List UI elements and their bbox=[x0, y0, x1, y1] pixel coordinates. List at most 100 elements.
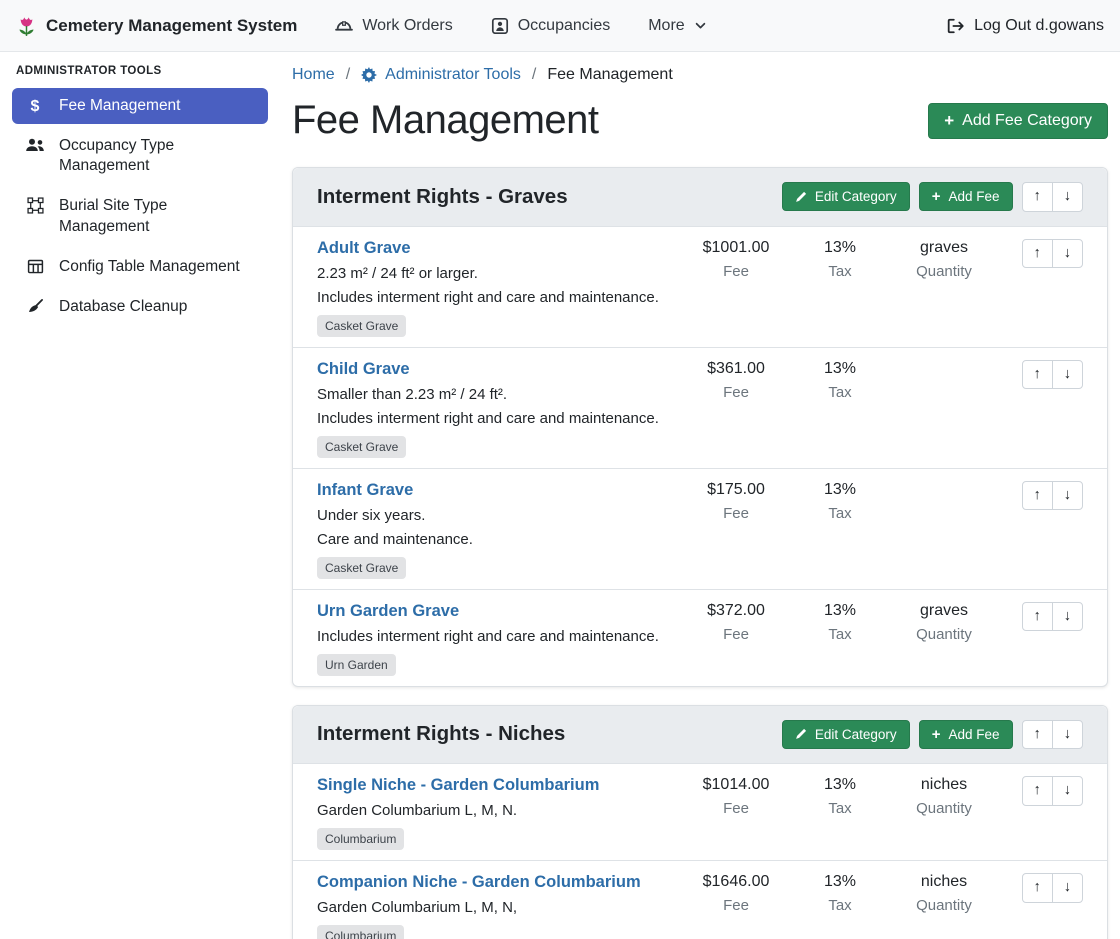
fee-amount-value: $1014.00 bbox=[683, 776, 789, 794]
pencil-icon bbox=[795, 191, 807, 203]
fee-row: Child Grave Smaller than 2.23 m² / 24 ft… bbox=[293, 348, 1107, 469]
fee-descriptions: Smaller than 2.23 m² / 24 ft².Includes i… bbox=[317, 385, 683, 428]
people-icon bbox=[24, 137, 46, 153]
sign-out-icon bbox=[946, 17, 965, 35]
fee-reorder-group: ↑ ↓ bbox=[1022, 360, 1084, 390]
sidebar-item-fee-management[interactable]: $ Fee Management bbox=[12, 88, 268, 124]
fee-list: Single Niche - Garden Columbarium Garden… bbox=[293, 764, 1107, 939]
fee-name-link[interactable]: Companion Niche - Garden Columbarium bbox=[317, 873, 641, 892]
fee-description: Includes interment right and care and ma… bbox=[317, 288, 683, 307]
fee-amount-label: Fee bbox=[683, 800, 789, 817]
fee-tax-value: 13% bbox=[789, 776, 891, 794]
fee-tax-label: Tax bbox=[789, 384, 891, 401]
logout-link[interactable]: Log Out d.gowans bbox=[946, 17, 1104, 35]
arrow-down-icon: ↓ bbox=[1064, 245, 1071, 261]
edit-category-label: Edit Category bbox=[815, 727, 897, 742]
fee-amount-col: $372.00 Fee bbox=[683, 602, 789, 643]
fee-tax-label: Tax bbox=[789, 505, 891, 522]
move-fee-up-button[interactable]: ↑ bbox=[1022, 239, 1053, 269]
move-fee-down-button[interactable]: ↓ bbox=[1052, 873, 1083, 903]
nav-more[interactable]: More bbox=[648, 17, 706, 35]
fee-tax-value: 13% bbox=[789, 873, 891, 891]
fee-quantity-col: niches Quantity bbox=[891, 776, 997, 817]
add-fee-category-button[interactable]: + Add Fee Category bbox=[928, 103, 1108, 139]
breadcrumb-separator: / bbox=[346, 66, 350, 84]
category-reorder-group: ↑ ↓ bbox=[1022, 720, 1084, 750]
fee-quantity-col: graves Quantity bbox=[891, 602, 997, 643]
fee-descriptions: 2.23 m² / 24 ft² or larger.Includes inte… bbox=[317, 264, 683, 307]
add-fee-label: Add Fee bbox=[948, 189, 999, 204]
fee-amount-label: Fee bbox=[683, 626, 789, 643]
fee-row: Single Niche - Garden Columbarium Garden… bbox=[293, 764, 1107, 861]
fee-tax-label: Tax bbox=[789, 897, 891, 914]
fee-quantity-col: niches Quantity bbox=[891, 873, 997, 914]
add-fee-button[interactable]: + Add Fee bbox=[919, 720, 1013, 749]
fee-tax-col: 13% Tax bbox=[789, 360, 891, 401]
fee-amount-label: Fee bbox=[683, 384, 789, 401]
fee-name-link[interactable]: Single Niche - Garden Columbarium bbox=[317, 776, 599, 795]
fee-tax-col: 13% Tax bbox=[789, 873, 891, 914]
fee-tax-label: Tax bbox=[789, 800, 891, 817]
arrow-down-icon: ↓ bbox=[1064, 366, 1071, 382]
edit-category-button[interactable]: Edit Category bbox=[782, 720, 910, 749]
fee-reorder-group: ↑ ↓ bbox=[1022, 776, 1084, 806]
fee-reorder-group: ↑ ↓ bbox=[1022, 873, 1084, 903]
fee-main: Adult Grave 2.23 m² / 24 ft² or larger.I… bbox=[317, 239, 683, 337]
sidebar-item-database-cleanup[interactable]: Database Cleanup bbox=[12, 289, 268, 325]
fee-name-link[interactable]: Infant Grave bbox=[317, 481, 413, 500]
fee-main: Urn Garden Grave Includes interment righ… bbox=[317, 602, 683, 676]
sidebar-item-config-table-management[interactable]: Config Table Management bbox=[12, 249, 268, 285]
fee-description: Care and maintenance. bbox=[317, 530, 683, 549]
move-fee-down-button[interactable]: ↓ bbox=[1052, 481, 1083, 511]
fee-name-link[interactable]: Child Grave bbox=[317, 360, 410, 379]
move-fee-up-button[interactable]: ↑ bbox=[1022, 360, 1053, 390]
fee-type-badge: Columbarium bbox=[317, 828, 404, 850]
fee-list: Adult Grave 2.23 m² / 24 ft² or larger.I… bbox=[293, 227, 1107, 686]
fee-name-link[interactable]: Urn Garden Grave bbox=[317, 602, 459, 621]
page-title: Fee Management bbox=[292, 98, 599, 143]
move-fee-up-button[interactable]: ↑ bbox=[1022, 602, 1053, 632]
move-category-up-button[interactable]: ↑ bbox=[1022, 720, 1053, 750]
fee-amount-label: Fee bbox=[683, 505, 789, 522]
nav-occupancies[interactable]: Occupancies bbox=[491, 17, 611, 35]
move-fee-down-button[interactable]: ↓ bbox=[1052, 239, 1083, 269]
move-fee-down-button[interactable]: ↓ bbox=[1052, 602, 1083, 632]
logout-label: Log Out d.gowans bbox=[974, 17, 1104, 35]
add-fee-button[interactable]: + Add Fee bbox=[919, 182, 1013, 211]
move-category-down-button[interactable]: ↓ bbox=[1052, 182, 1083, 212]
fee-reorder-group: ↑ ↓ bbox=[1022, 239, 1084, 269]
admin-sidebar: Administrator Tools $ Fee Management Occ… bbox=[0, 52, 280, 939]
fee-quantity-value: graves bbox=[891, 239, 997, 257]
sidebar-item-occupancy-type-management[interactable]: Occupancy Type Management bbox=[12, 128, 268, 184]
move-fee-down-button[interactable]: ↓ bbox=[1052, 776, 1083, 806]
fee-description: Includes interment right and care and ma… bbox=[317, 409, 683, 428]
arrow-down-icon: ↓ bbox=[1064, 188, 1071, 204]
edit-category-button[interactable]: Edit Category bbox=[782, 182, 910, 211]
fee-quantity-label: Quantity bbox=[891, 263, 997, 280]
move-fee-up-button[interactable]: ↑ bbox=[1022, 776, 1053, 806]
fee-quantity-value: niches bbox=[891, 873, 997, 891]
fee-category-actions: Edit Category + Add Fee ↑ ↓ bbox=[782, 720, 1083, 750]
move-fee-down-button[interactable]: ↓ bbox=[1052, 360, 1083, 390]
arrow-up-icon: ↑ bbox=[1034, 366, 1041, 382]
breadcrumb-admin-tools-link[interactable]: Administrator Tools bbox=[361, 66, 521, 84]
fee-quantity-label: Quantity bbox=[891, 897, 997, 914]
fee-name-link[interactable]: Adult Grave bbox=[317, 239, 411, 258]
sidebar-item-burial-site-type-management[interactable]: Burial Site Type Management bbox=[12, 188, 268, 244]
arrow-down-icon: ↓ bbox=[1064, 782, 1071, 798]
fee-main: Infant Grave Under six years.Care and ma… bbox=[317, 481, 683, 579]
fee-tax-col: 13% Tax bbox=[789, 776, 891, 817]
move-fee-up-button[interactable]: ↑ bbox=[1022, 481, 1053, 511]
breadcrumb-home-link[interactable]: Home bbox=[292, 66, 335, 84]
move-category-down-button[interactable]: ↓ bbox=[1052, 720, 1083, 750]
fee-amount-col: $175.00 Fee bbox=[683, 481, 789, 522]
breadcrumb-separator: / bbox=[532, 66, 536, 84]
move-category-up-button[interactable]: ↑ bbox=[1022, 182, 1053, 212]
sidebar-item-label: Database Cleanup bbox=[59, 297, 187, 317]
app-brand[interactable]: Cemetery Management System bbox=[16, 14, 297, 37]
fee-type-badge: Casket Grave bbox=[317, 315, 406, 337]
nav-work-orders[interactable]: Work Orders bbox=[335, 17, 452, 35]
arrow-up-icon: ↑ bbox=[1034, 879, 1041, 895]
move-fee-up-button[interactable]: ↑ bbox=[1022, 873, 1053, 903]
fee-amount-label: Fee bbox=[683, 263, 789, 280]
